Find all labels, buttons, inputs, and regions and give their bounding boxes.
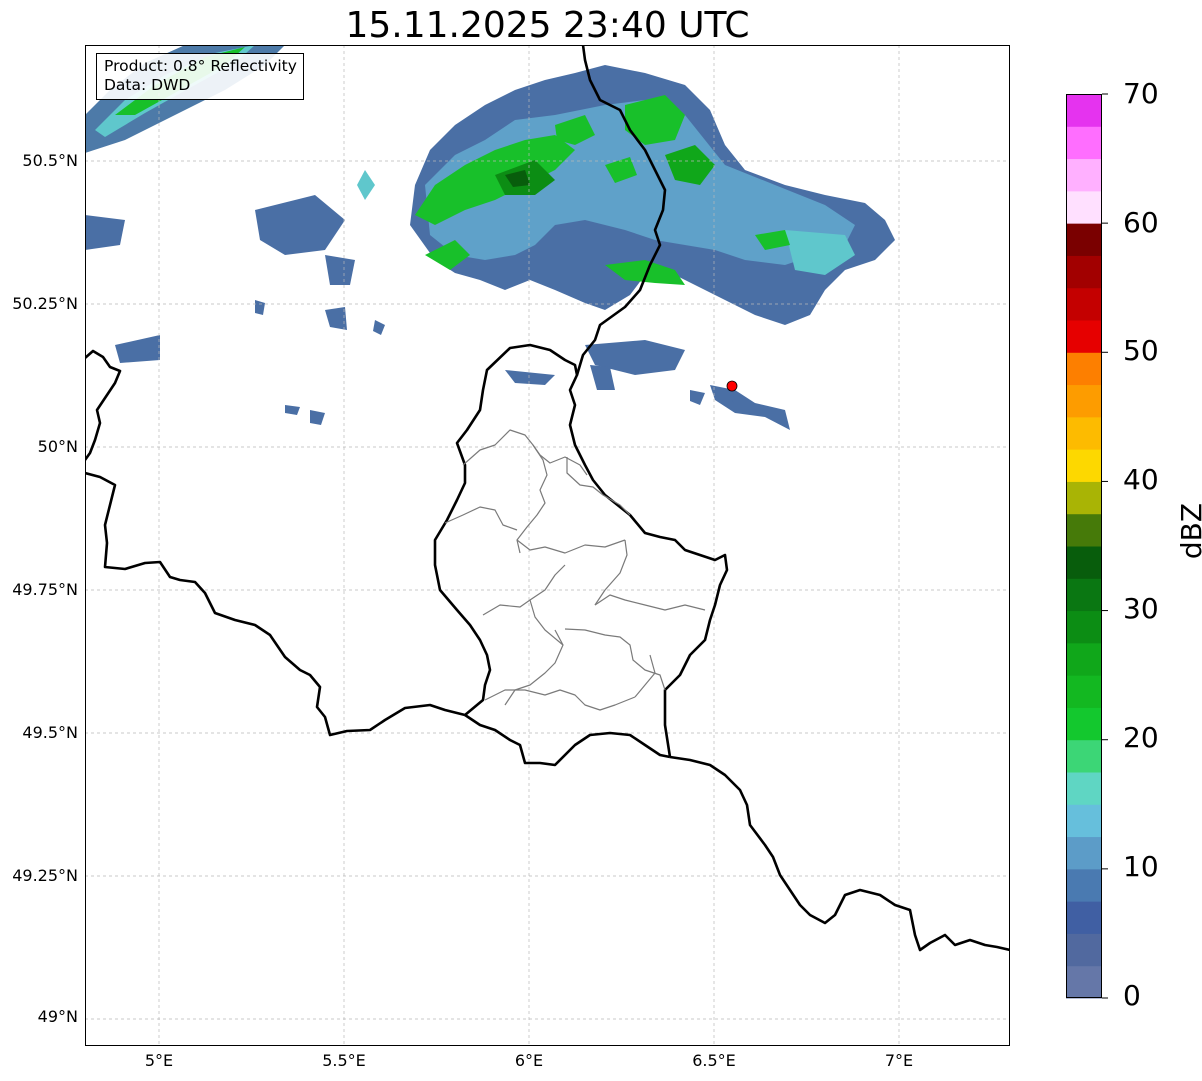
colorbar-segment [1066,804,1102,838]
colorbar-tick-label: 40 [1123,463,1159,496]
data-source-label: Data: DWD [104,76,191,94]
colorbar-segment [1066,868,1102,902]
lat-tick-label: 50.5°N [22,151,78,170]
colorbar-segment [1066,416,1102,450]
lon-tick-label: 6.5°E [692,1051,736,1070]
colorbar-tick-label: 60 [1123,206,1159,239]
map-title: 15.11.2025 23:40 UTC [345,5,750,46]
lat-tick-label: 49°N [37,1007,78,1026]
lon-tick-label: 5.5°E [322,1051,366,1070]
colorbar-segment [1066,190,1102,224]
radar-map[interactable] [85,45,1010,1046]
colorbar-unit-label: dBZ [1175,502,1202,560]
colorbar-segment [1066,449,1102,482]
colorbar-segment [1066,223,1102,256]
lat-tick-label: 50.25°N [12,294,78,313]
colorbar-segment [1066,546,1102,579]
lat-tick-label: 49.5°N [22,723,78,742]
colorbar-segment [1066,836,1102,870]
colorbar-segment [1066,578,1102,612]
colorbar-segment [1066,642,1102,676]
lat-tick-label: 49.75°N [12,580,78,599]
colorbar-tick-label: 20 [1123,721,1159,754]
product-label: Product: 0.8° Reflectivity [104,57,297,75]
colorbar-tick-label: 70 [1123,77,1159,110]
colorbar-segment [1066,352,1102,386]
colorbar-segment [1066,384,1102,418]
product-info-box: Product: 0.8° Reflectivity Data: DWD [96,53,304,100]
colorbar-tick-label: 10 [1123,850,1159,883]
colorbar-segment [1066,158,1102,192]
colorbar-segment [1066,126,1102,160]
colorbar-segment [1066,320,1102,353]
dbz-colorbar [1066,93,1108,999]
colorbar-segment [1066,772,1102,805]
map-panel[interactable] [85,45,1010,1046]
lat-tick-label: 49.25°N [12,866,78,885]
colorbar-segment [1066,287,1102,321]
colorbar-segment [1066,255,1102,289]
colorbar-segment [1066,739,1102,773]
colorbar-tick-label: 50 [1123,334,1159,367]
lat-tick-label: 50°N [37,437,78,456]
lon-tick-label: 6°E [514,1051,544,1070]
radar-site-marker[interactable] [726,380,738,392]
colorbar-segment [1066,707,1102,741]
colorbar-segment [1066,610,1102,644]
colorbar-segment [1066,933,1102,967]
colorbar-tick-label: 30 [1123,592,1159,625]
colorbar-segment [1066,513,1102,547]
colorbar-segment [1066,94,1102,127]
colorbar-segment [1066,481,1102,515]
colorbar-segment [1066,965,1102,999]
colorbar-segment [1066,901,1102,934]
lon-tick-label: 7°E [884,1051,914,1070]
colorbar-tick-label: 0 [1123,979,1141,1012]
colorbar-segment [1066,675,1102,708]
lon-tick-label: 5°E [144,1051,174,1070]
